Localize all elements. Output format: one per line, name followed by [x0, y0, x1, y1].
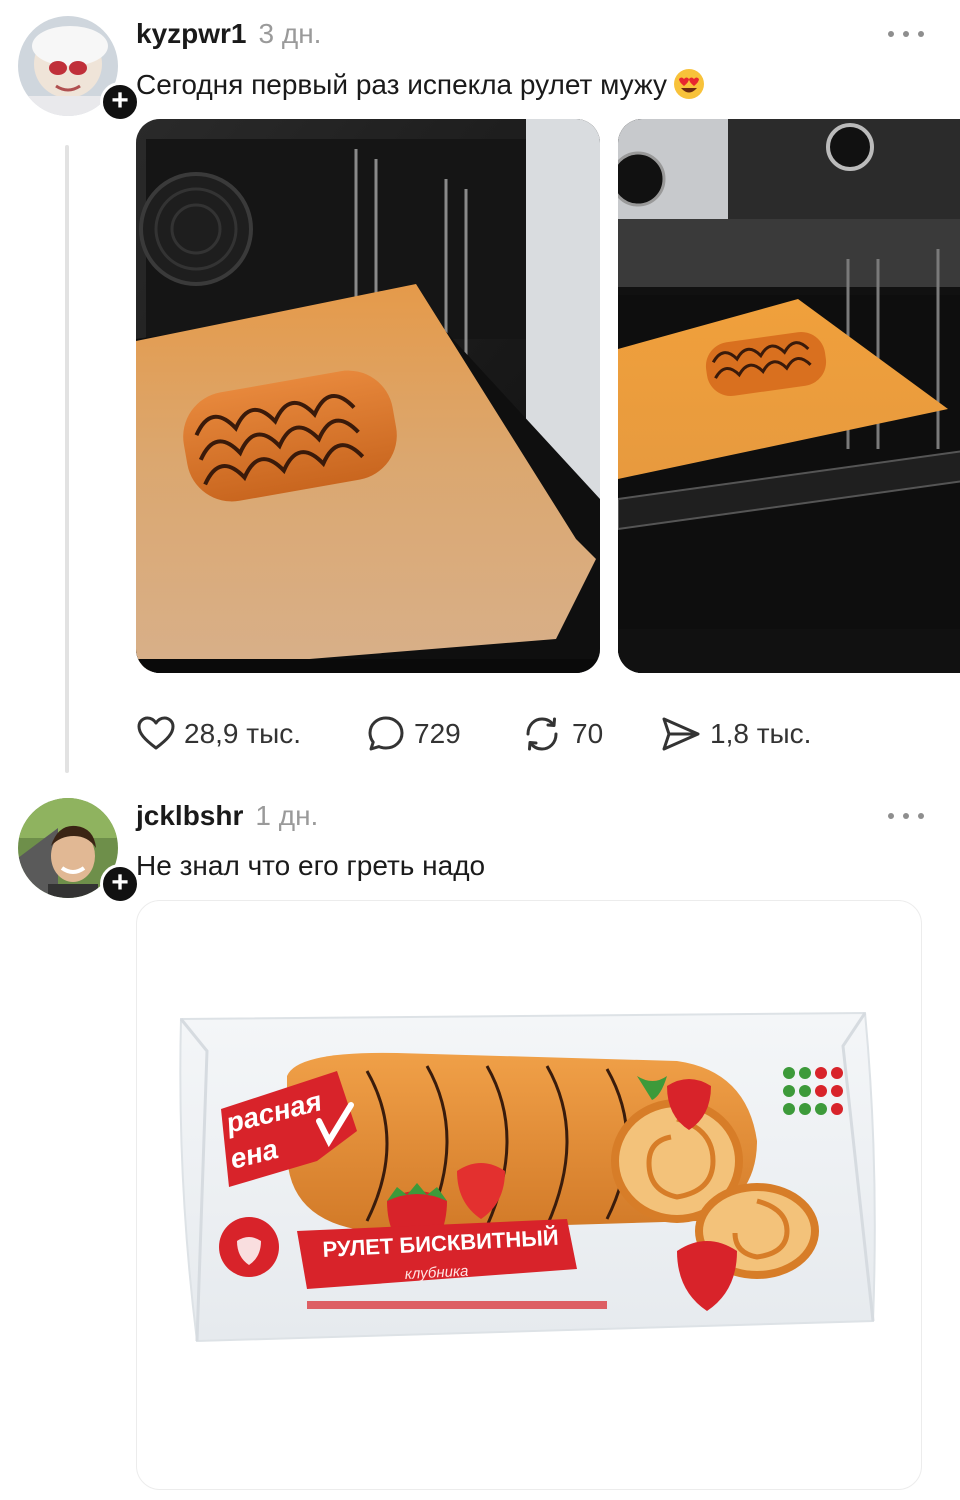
- timestamp: 1 дн.: [255, 800, 319, 831]
- post-image-2[interactable]: [618, 119, 960, 673]
- author-avatar-2[interactable]: +: [18, 798, 140, 904]
- repost-icon: [526, 717, 558, 751]
- post-actions: 28,9 тыс. 729 70 1,8 тыс.: [136, 712, 936, 756]
- post-image-package[interactable]: расная ена РУЛЕТ БИСКВИТНЫЙ клубника: [136, 900, 922, 1490]
- timestamp: 3 дн.: [258, 18, 322, 49]
- post-image-1[interactable]: [136, 119, 600, 673]
- share-count: 1,8 тыс.: [710, 718, 812, 749]
- username[interactable]: kyzpwr1: [136, 18, 247, 50]
- post-header: kyzpwr1 3 дн.: [136, 18, 321, 50]
- comment-icon: [368, 716, 404, 751]
- heart-eyes-emoji-icon: [674, 69, 705, 99]
- post-1: + kyzpwr1 3 дн. Сегодня первый раз испек…: [0, 0, 960, 780]
- thread-line: [65, 145, 69, 773]
- heart-icon: [137, 716, 175, 750]
- share-button[interactable]: 1,8 тыс.: [660, 712, 811, 756]
- plus-icon: +: [111, 866, 129, 899]
- send-icon: [662, 717, 700, 751]
- comment-button[interactable]: 729: [366, 712, 461, 756]
- product-flavor: клубника: [404, 1263, 468, 1283]
- like-count: 28,9 тыс.: [184, 718, 302, 749]
- more-options-button[interactable]: [888, 806, 924, 826]
- follow-plus-button[interactable]: +: [100, 864, 140, 904]
- post-text-content: Не знал что его греть надо: [136, 850, 486, 881]
- username[interactable]: jcklbshr: [136, 800, 243, 832]
- comment-count: 729: [414, 718, 461, 749]
- post-text-content: Сегодня первый раз испекла рулет мужу: [136, 69, 668, 100]
- repost-count: 70: [572, 718, 604, 749]
- like-button[interactable]: 28,9 тыс.: [136, 712, 301, 756]
- post-header: jcklbshr 1 дн.: [136, 800, 318, 832]
- post-text: Сегодня первый раз испекла рулет мужу: [136, 68, 705, 101]
- post-2: + jcklbshr 1 дн. Не знал что его греть н…: [0, 780, 960, 1500]
- repost-button[interactable]: 70: [520, 712, 603, 756]
- more-options-button[interactable]: [888, 24, 924, 44]
- post-text: Не знал что его греть надо: [136, 850, 485, 882]
- follow-plus-button[interactable]: +: [100, 82, 140, 122]
- plus-icon: +: [111, 84, 129, 117]
- author-avatar-1[interactable]: +: [18, 16, 140, 122]
